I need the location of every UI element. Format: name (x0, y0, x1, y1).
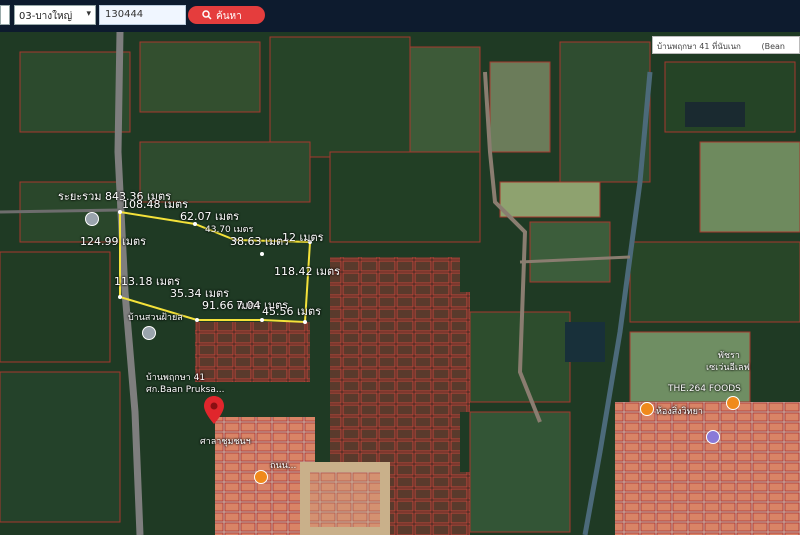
location-pin-icon[interactable] (204, 396, 224, 424)
place-search-tag: (Bean (761, 42, 785, 51)
place-search-box[interactable]: บ้านพฤกษา 41 ที่นับเนก (Bean (652, 36, 800, 54)
place-label: THE.264 FOODS (668, 384, 741, 394)
poi-pin-icon[interactable] (142, 326, 156, 340)
shop-pin-icon[interactable] (254, 470, 268, 484)
chevron-down-icon: ▾ (86, 9, 91, 19)
search-toolbar: 03-บางใหญ่ ▾ 130444 ค้นหา (0, 0, 800, 32)
restaurant-pin-icon[interactable] (640, 402, 654, 416)
parcel-number-value: 130444 (105, 9, 144, 20)
search-icon (202, 10, 212, 20)
poi-pin-icon[interactable] (706, 430, 720, 444)
search-button-label: ค้นหา (216, 11, 242, 22)
restaurant-pin-icon[interactable] (726, 396, 740, 410)
place-label: ถนน... (270, 461, 297, 471)
province-select[interactable] (0, 5, 10, 25)
search-button[interactable]: ค้นหา (188, 6, 265, 24)
measure-label: 118.42 เมตร (274, 265, 341, 278)
satellite-map[interactable]: บ้านพฤกษา 41 ที่นับเนก (Bean ระยะรวม 843… (0, 32, 800, 535)
measure-label: 124.99 เมตร (80, 235, 147, 248)
district-select-value: 03-บางใหญ่ (19, 11, 73, 22)
measure-label: 12 เมตร (282, 231, 324, 244)
place-label: บ้านสวนฝ้ายส (128, 313, 183, 323)
measure-label: 108.48 เมตร (122, 198, 189, 211)
parcel-number-input[interactable]: 130444 (99, 5, 186, 25)
place-label: ห้องสิ่งวิทยา (656, 407, 703, 417)
place-search-text: บ้านพฤกษา 41 ที่นับเนก (657, 42, 741, 51)
place-label: ศาลาชุมชนฯ (200, 437, 251, 447)
poi-pin-icon[interactable] (85, 212, 99, 226)
measure-label: 38.63 เมตร (230, 235, 290, 248)
district-select[interactable]: 03-บางใหญ่ ▾ (14, 5, 96, 25)
place-label: ศก.Baan Pruksa... (146, 385, 225, 395)
measure-label: 45.56 เมตร (262, 305, 322, 318)
place-label: เซเว่นอีเลฟ (706, 363, 750, 373)
